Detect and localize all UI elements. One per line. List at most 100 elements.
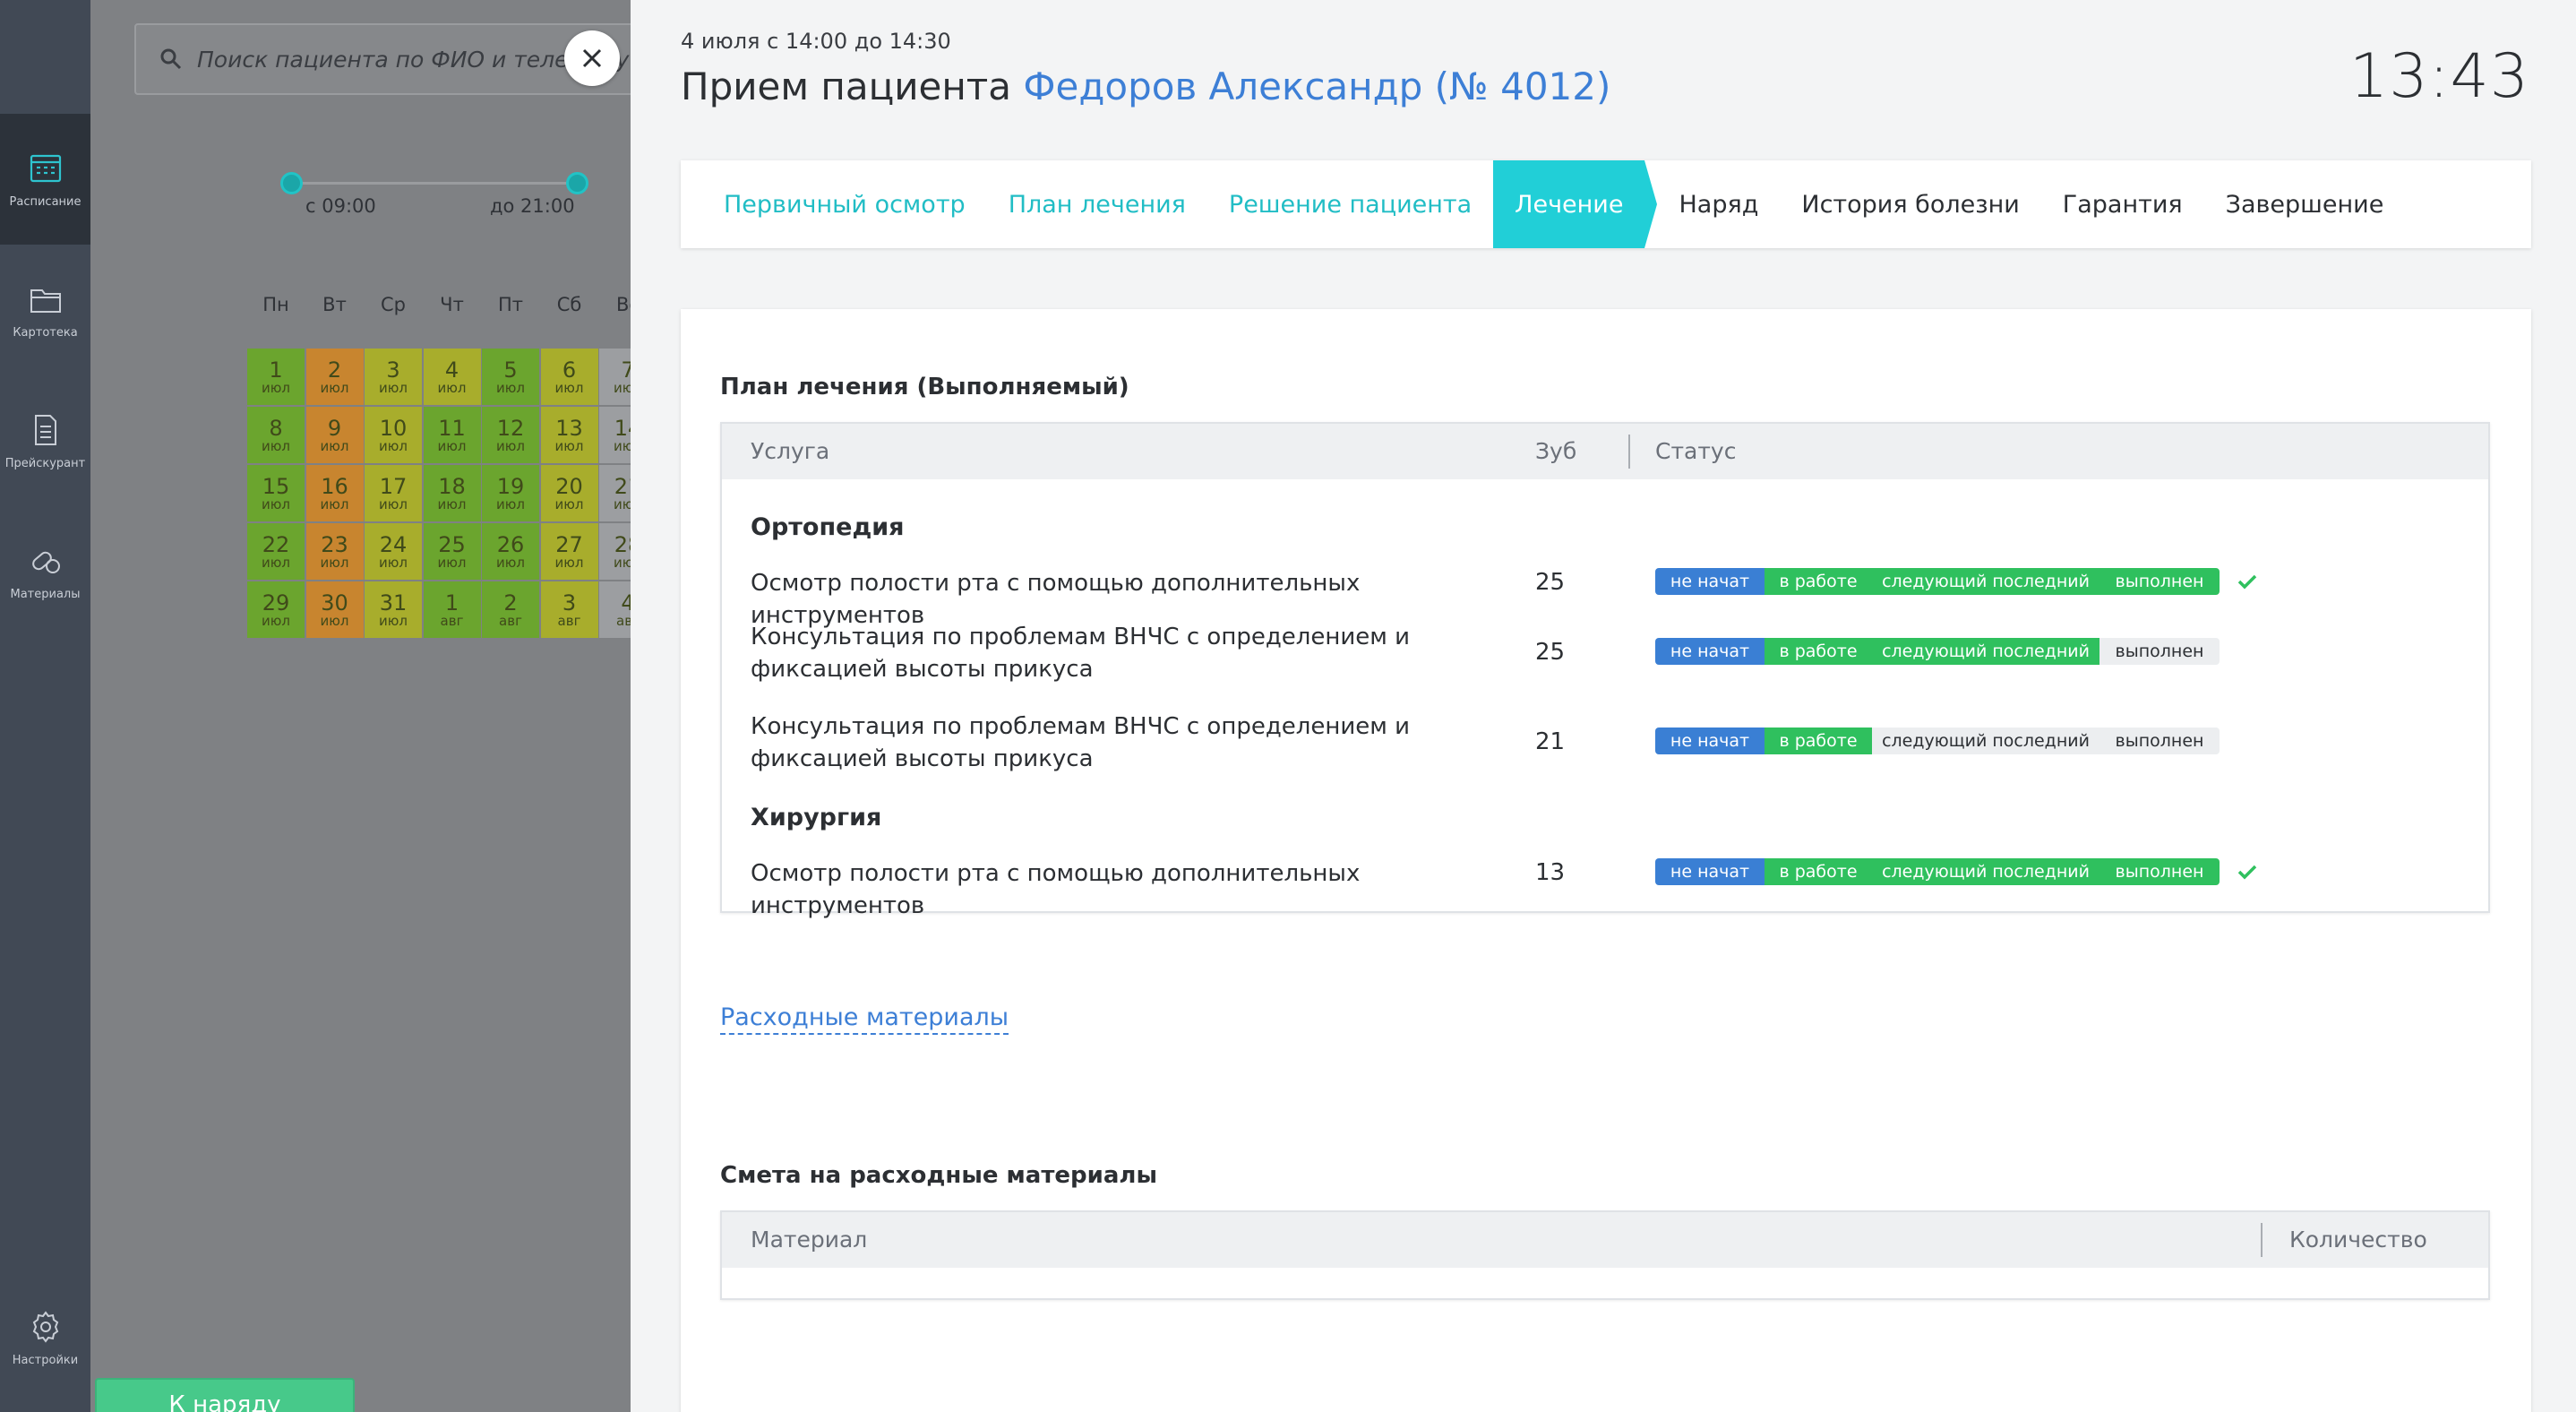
nav-item-pricelist[interactable]: Прейскурант <box>0 375 90 506</box>
tab-3[interactable]: Лечение <box>1493 160 1658 248</box>
status-step[interactable]: в работе <box>1765 568 1872 595</box>
calendar-day[interactable]: 11 июл <box>423 407 481 463</box>
nav-item-schedule[interactable]: Расписание <box>0 114 90 245</box>
calendar-day[interactable]: 31 июл <box>365 581 422 638</box>
status-step[interactable]: выполнен <box>2099 568 2220 595</box>
day-number: 4 <box>444 357 459 383</box>
column-divider <box>1628 435 1630 469</box>
calendar-day[interactable]: 29 июл <box>247 581 305 638</box>
calendar-day[interactable]: 16 июл <box>305 465 364 521</box>
calendar-day[interactable]: 23 июл <box>305 523 364 580</box>
status-step[interactable]: следующий последний <box>1872 568 2099 595</box>
calendar-day[interactable]: 25 июл <box>423 523 481 580</box>
status-step[interactable]: в работе <box>1765 728 1872 754</box>
time-to-handle[interactable] <box>566 172 588 194</box>
calendar-day[interactable]: 21июл <box>599 465 631 521</box>
tab-7[interactable]: Завершение <box>2204 160 2406 248</box>
calendar-day[interactable]: 27 июл <box>540 523 598 580</box>
background-overlay[interactable]: Поиск пациента по ФИО и телефону с 09:00… <box>90 0 631 1412</box>
tab-4[interactable]: Наряд <box>1657 160 1780 248</box>
day-number: 22 <box>262 531 290 557</box>
calendar-day[interactable]: 3 июл <box>365 349 422 405</box>
calendar-day[interactable]: 8 июл <box>247 407 305 463</box>
month-label: июл <box>554 379 584 396</box>
calendar-day[interactable]: 14июл <box>599 407 631 463</box>
nav-item-materials[interactable]: Материалы <box>0 506 90 637</box>
calendar-day[interactable]: 7июл <box>599 349 631 405</box>
close-button[interactable] <box>564 30 620 86</box>
status-step[interactable]: не начат <box>1655 638 1765 665</box>
weekday-label: Чт <box>440 294 464 315</box>
month-label: июл <box>614 379 631 396</box>
month-label: июл <box>320 495 349 512</box>
status-step[interactable]: не начат <box>1655 728 1765 754</box>
calendar-day[interactable]: 5 июл <box>482 349 539 405</box>
calendar-day[interactable]: 2 авг <box>482 581 539 638</box>
calendar-day[interactable]: 24 июл <box>365 523 422 580</box>
tab-6[interactable]: Гарантия <box>2041 160 2204 248</box>
calendar-day[interactable]: 30 июл <box>305 581 364 638</box>
tab-1[interactable]: План лечения <box>987 160 1207 248</box>
calendar-day[interactable]: 17 июл <box>365 465 422 521</box>
status-step[interactable]: следующий последний <box>1872 858 2099 885</box>
status-step[interactable]: следующий последний <box>1872 638 2099 665</box>
calendar-day[interactable]: 1 июл <box>247 349 305 405</box>
tab-5[interactable]: История болезни <box>1780 160 2040 248</box>
calendar-day[interactable]: 10 июл <box>365 407 422 463</box>
calendar-day[interactable]: 4 июл <box>423 349 481 405</box>
calendar-day[interactable]: 18 июл <box>423 465 481 521</box>
month-label: июл <box>379 379 408 396</box>
calendar-day[interactable]: 13 июл <box>540 407 598 463</box>
patient-search-input[interactable]: Поиск пациента по ФИО и телефону <box>134 23 631 95</box>
status-step[interactable]: в работе <box>1765 638 1872 665</box>
status-step[interactable]: в работе <box>1765 858 1872 885</box>
nav-item-records[interactable]: Картотека <box>0 245 90 375</box>
calendar-day[interactable]: 22 июл <box>247 523 305 580</box>
month-label: июл <box>320 612 349 629</box>
day-number: 26 <box>496 531 525 557</box>
calendar-day[interactable]: 6 июл <box>540 349 598 405</box>
document-icon <box>34 414 56 445</box>
calendar-day[interactable]: 19 июл <box>482 465 539 521</box>
materials-link[interactable]: Расходные материалы <box>720 1003 1009 1035</box>
calendar-day[interactable]: 1 авг <box>423 581 481 638</box>
day-number: 17 <box>379 473 408 499</box>
nav-item-settings[interactable]: Настройки <box>0 1272 90 1403</box>
month-label: июл <box>554 554 584 571</box>
calendar-day[interactable]: 3 авг <box>540 581 598 638</box>
month-label: авг <box>616 612 631 629</box>
time-to-label: до 21:00 <box>490 195 575 217</box>
nav-label: Настройки <box>12 1353 79 1367</box>
day-number: 20 <box>555 473 583 499</box>
service-name: Консультация по проблемам ВНЧС с определ… <box>751 624 1411 683</box>
weekday-label: Ср <box>381 294 406 315</box>
month-label: авг <box>499 612 522 629</box>
to-work-order-button[interactable]: К наряду <box>95 1378 355 1412</box>
calendar-day[interactable]: 9 июл <box>305 407 364 463</box>
service-group-title: Ортопедия <box>751 513 905 541</box>
nav-label: Материалы <box>10 587 81 601</box>
tab-2[interactable]: Решение пациента <box>1207 160 1493 248</box>
status-step[interactable]: выполнен <box>2099 728 2220 754</box>
tab-0[interactable]: Первичный осмотр <box>702 160 987 248</box>
calendar-grid-icon <box>30 154 61 182</box>
month-label: июл <box>496 379 525 396</box>
day-number: 1 <box>444 590 459 616</box>
calendar-day[interactable]: 26 июл <box>482 523 539 580</box>
calendar-day[interactable]: 28июл <box>599 523 631 580</box>
status-step[interactable]: не начат <box>1655 568 1765 595</box>
status-step[interactable]: следующий последний <box>1872 728 2099 754</box>
status-step[interactable]: не начат <box>1655 858 1765 885</box>
patient-link[interactable]: Федоров Александр (№ 4012) <box>1023 65 1610 108</box>
time-from-handle[interactable] <box>280 172 303 194</box>
status-step[interactable]: выполнен <box>2099 638 2220 665</box>
calendar-day[interactable]: 15 июл <box>247 465 305 521</box>
calendar-day[interactable]: 2 июл <box>305 349 364 405</box>
calendar-day[interactable]: 4авг <box>599 581 631 638</box>
day-number: 1 <box>269 357 283 383</box>
day-number: 25 <box>438 531 466 557</box>
month-label: авг <box>557 612 581 629</box>
calendar-day[interactable]: 20 июл <box>540 465 598 521</box>
calendar-day[interactable]: 12 июл <box>482 407 539 463</box>
status-step[interactable]: выполнен <box>2099 858 2220 885</box>
